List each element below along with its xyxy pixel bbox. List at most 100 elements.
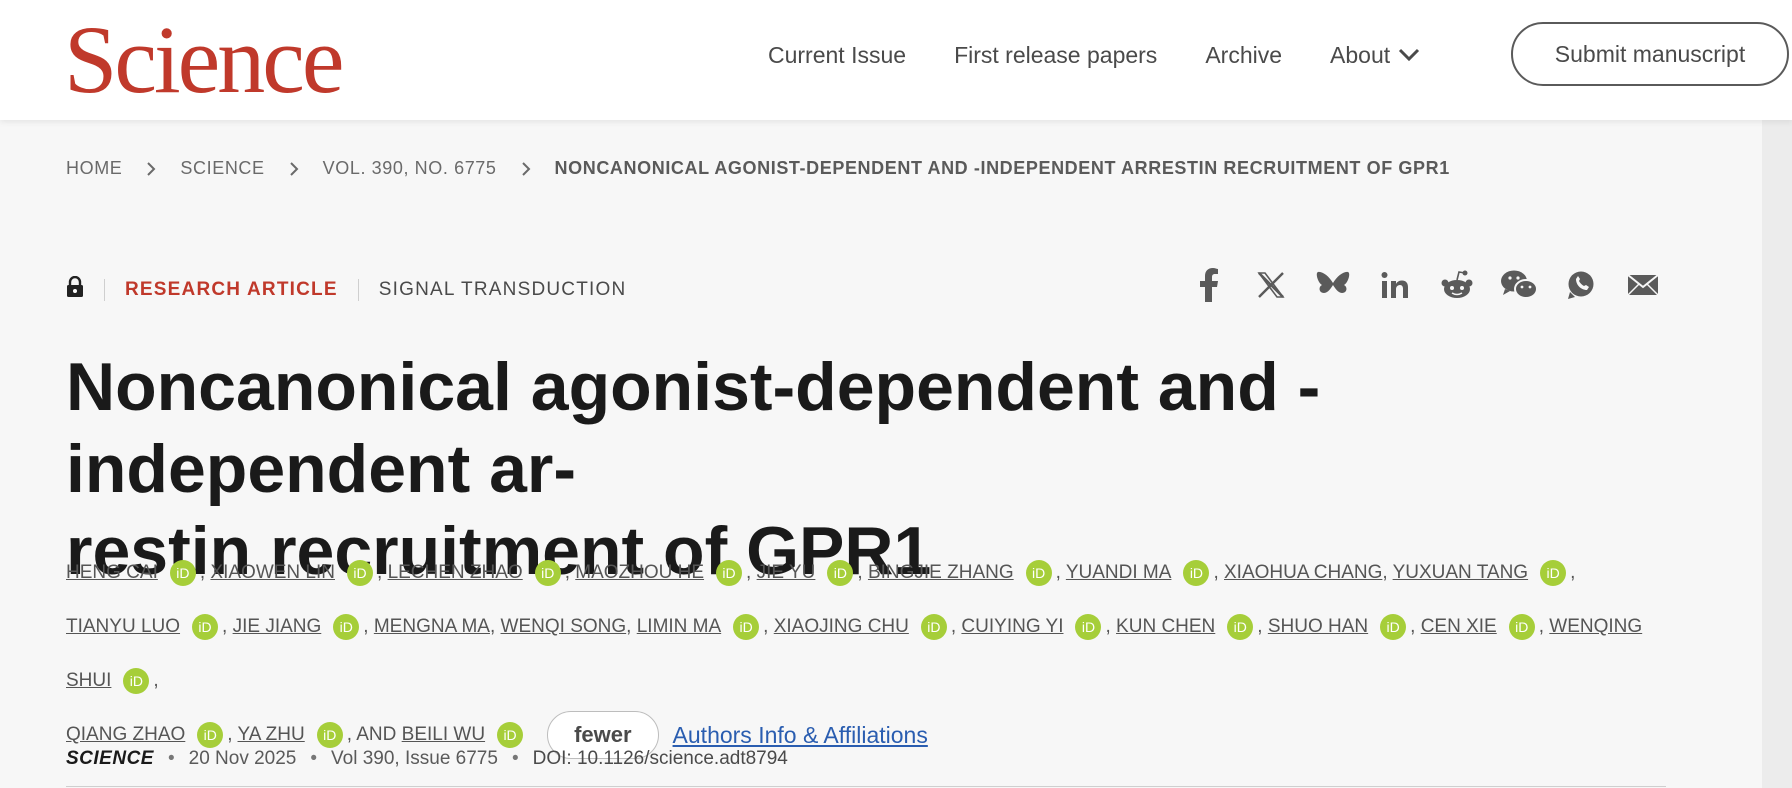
chevron-right-icon [289, 161, 299, 177]
author-separator: , [564, 562, 576, 583]
author-separator: , [1538, 616, 1550, 637]
author-name[interactable]: XIAOHUA CHANG [1224, 562, 1382, 583]
breadcrumb-science[interactable]: SCIENCE [180, 158, 264, 179]
author-name[interactable]: XIAOJING CHU [774, 616, 909, 637]
separator-dot: • [511, 748, 519, 769]
breadcrumb: HOME SCIENCE VOL. 390, NO. 6775 NONCANON… [66, 158, 1450, 179]
author-separator: , [199, 562, 211, 583]
author-name[interactable]: MAOZHOU HE [575, 562, 704, 583]
author-name[interactable]: CUIYING YI [961, 616, 1063, 637]
author-separator: , [377, 562, 388, 583]
author-separator: , [1213, 562, 1224, 583]
author-name[interactable]: BINGJIE ZHANG [868, 562, 1014, 583]
orcid-icon[interactable]: iD [316, 722, 343, 748]
bluesky-icon[interactable] [1314, 266, 1352, 304]
article-subject[interactable]: SIGNAL TRANSDUCTION [379, 279, 627, 301]
orcid-icon[interactable]: iD [497, 722, 524, 748]
orcid-icon[interactable]: iD [333, 613, 360, 640]
author-name[interactable]: CEN XIE [1421, 616, 1497, 637]
nav-about[interactable]: About [1330, 42, 1420, 69]
breadcrumb-current: NONCANONICAL AGONIST-DEPENDENT AND -INDE… [554, 158, 1450, 178]
authors-affiliations-link[interactable]: Authors Info & Affiliations [673, 722, 928, 748]
orcid-icon[interactable]: iD [733, 613, 760, 640]
scrollbar-gutter[interactable] [1762, 120, 1792, 788]
author-name[interactable]: JIE YU [757, 562, 816, 583]
doi[interactable]: DOI: 10.1126/science.adt8794 [533, 748, 788, 770]
orcid-icon[interactable]: iD [1075, 613, 1102, 640]
breadcrumb-volume[interactable]: VOL. 390, NO. 6775 [323, 158, 497, 179]
volume-issue[interactable]: Vol 390, Issue 6775 [331, 748, 498, 770]
submit-manuscript-button[interactable]: Submit manuscript [1511, 22, 1789, 86]
author-separator: , [1055, 562, 1066, 583]
orcid-icon[interactable]: iD [1183, 559, 1210, 586]
author-name[interactable]: QIANG ZHAO [66, 724, 185, 745]
author-name[interactable]: YUANDI MA [1066, 562, 1172, 583]
publication-line: SCIENCE • 20 Nov 2025 • Vol 390, Issue 6… [66, 748, 788, 770]
author-name[interactable]: HENG CAI [66, 562, 158, 583]
author-name[interactable]: JIE JIANG [233, 616, 322, 637]
orcid-icon[interactable]: iD [169, 559, 196, 586]
site-header: Science Current Issue First release pape… [0, 0, 1792, 120]
science-logo[interactable]: Science [64, 8, 344, 112]
orcid-icon[interactable]: iD [1540, 559, 1567, 586]
author-name[interactable]: MENGNA MA [374, 616, 490, 637]
author-list: HENG CAI iD, XIAOWEN LIN iD, LECHEN ZHAO iD… [66, 546, 1686, 762]
author-separator: , [489, 616, 501, 637]
author-separator: , [626, 616, 637, 637]
separator-dot: • [310, 748, 318, 769]
author-separator: , [1410, 616, 1421, 637]
author-name[interactable]: WENQI SONG [501, 616, 627, 637]
reddit-icon[interactable] [1438, 266, 1476, 304]
author-separator: , [153, 670, 159, 691]
wechat-icon[interactable] [1500, 266, 1538, 304]
main-nav: Current Issue First release papers Archi… [768, 0, 1468, 110]
journal-name[interactable]: SCIENCE [66, 748, 154, 770]
orcid-icon[interactable]: iD [1508, 613, 1535, 640]
orcid-icon[interactable]: iD [1227, 613, 1254, 640]
author-separator: , [227, 724, 238, 746]
facebook-icon[interactable] [1190, 266, 1228, 304]
orcid-icon[interactable]: iD [123, 667, 150, 694]
breadcrumb-home[interactable]: HOME [66, 158, 122, 179]
whatsapp-icon[interactable] [1562, 266, 1600, 304]
author-name[interactable]: LIMIN MA [637, 616, 721, 637]
article-meta-row: RESEARCH ARTICLE SIGNAL TRANSDUCTION [66, 275, 627, 304]
author-separator: , [1257, 616, 1268, 637]
chevron-down-icon [1399, 48, 1420, 62]
share-bar [1190, 266, 1686, 304]
orcid-icon[interactable]: iD [1025, 559, 1052, 586]
section-divider [66, 786, 1666, 787]
orcid-icon[interactable]: iD [827, 559, 854, 586]
x-icon[interactable] [1252, 266, 1290, 304]
orcid-icon[interactable]: iD [192, 613, 219, 640]
author-separator: , [346, 724, 357, 746]
orcid-icon[interactable]: iD [534, 559, 561, 586]
lock-icon [66, 275, 84, 304]
author-name[interactable]: KUN CHEN [1116, 616, 1215, 637]
orcid-icon[interactable]: iD [347, 559, 373, 586]
nav-first-release[interactable]: First release papers [954, 42, 1157, 69]
author-name[interactable]: SHUO HAN [1268, 616, 1368, 637]
author-name[interactable]: LECHEN ZHAO [388, 562, 523, 583]
separator-dot: • [167, 748, 175, 769]
nav-archive[interactable]: Archive [1205, 42, 1282, 69]
orcid-icon[interactable]: iD [920, 613, 947, 640]
author-name[interactable]: YUXUAN TANG [1393, 562, 1529, 583]
author-separator: , [222, 616, 233, 637]
orcid-icon[interactable]: iD [716, 559, 743, 586]
author-and: AND [356, 724, 402, 746]
orcid-icon[interactable]: iD [1380, 613, 1407, 640]
author-separator: , [1570, 562, 1576, 583]
author-name[interactable]: XIAOWEN LIN [210, 562, 335, 583]
nav-current-issue[interactable]: Current Issue [768, 42, 906, 69]
chevron-right-icon [146, 161, 156, 177]
orcid-icon[interactable]: iD [197, 722, 224, 748]
author-separator: , [363, 616, 374, 637]
author-separator: , [1105, 616, 1117, 637]
linkedin-icon[interactable] [1376, 266, 1414, 304]
article-type[interactable]: RESEARCH ARTICLE [125, 279, 338, 301]
author-name[interactable]: TIANYU LUO [66, 616, 180, 637]
author-name[interactable]: BEILI WU [402, 724, 485, 745]
author-name[interactable]: YA ZHU [238, 724, 305, 745]
email-icon[interactable] [1624, 266, 1662, 304]
